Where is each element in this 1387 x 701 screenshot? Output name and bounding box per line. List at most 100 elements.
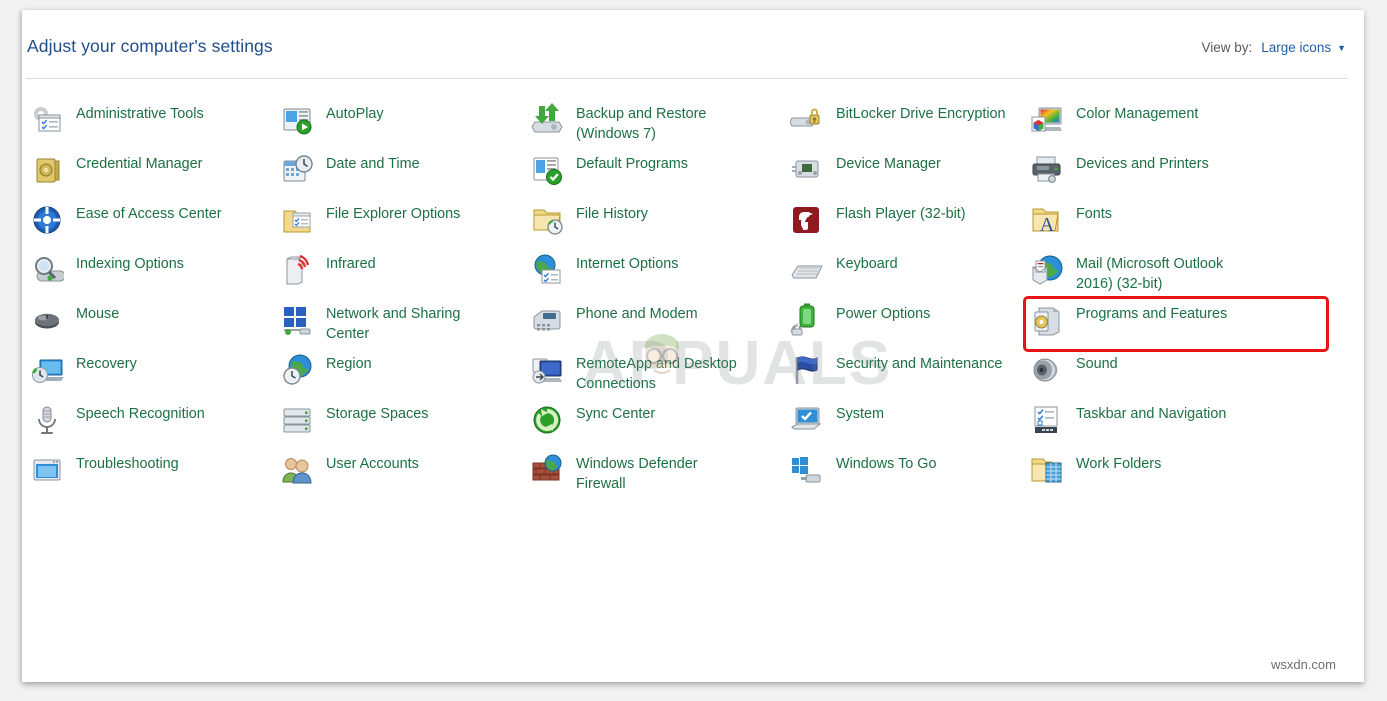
control-panel-item-label: Storage Spaces [326,402,428,424]
view-by-label: View by: [1202,40,1253,55]
control-panel-item-backup-and-restore-windows-7[interactable]: Backup and Restore (Windows 7) [526,99,786,149]
control-panel-header: Adjust your computer's settings View by:… [22,10,1364,72]
network-and-sharing-center-icon [280,303,314,337]
indexing-options-icon [30,253,64,287]
devices-and-printers-icon [1030,153,1064,187]
control-panel-item-autoplay[interactable]: AutoPlay [276,99,526,149]
recovery-icon [30,353,64,387]
control-panel-item-system[interactable]: System [786,399,1026,449]
sound-icon [1030,353,1064,387]
control-panel-item-security-and-maintenance[interactable]: Security and Maintenance [786,349,1026,399]
control-panel-item-administrative-tools[interactable]: Administrative Tools [26,99,276,149]
control-panel-item-bitlocker-drive-encryption[interactable]: BitLocker Drive Encryption [786,99,1026,149]
control-panel-item-label: Windows Defender Firewall [576,452,698,495]
corner-watermark: wsxdn.com [1271,657,1336,672]
credential-manager-icon [30,153,64,187]
backup-and-restore-icon [530,103,564,137]
control-panel-item-work-folders[interactable]: Work Folders [1026,449,1326,499]
item-column-2: Backup and Restore (Windows 7) Default Pr… [526,99,786,499]
administrative-tools-icon [30,103,64,137]
control-panel-item-date-and-time[interactable]: Date and Time [276,149,526,199]
control-panel-item-file-explorer-options[interactable]: File Explorer Options [276,199,526,249]
control-panel-item-label: Network and Sharing Center [326,302,460,345]
control-panel-item-label: Mail (Microsoft Outlook 2016) (32-bit) [1076,252,1223,295]
control-panel-item-device-manager[interactable]: Device Manager [786,149,1026,199]
control-panel-item-indexing-options[interactable]: Indexing Options [26,249,276,299]
control-panel-item-remoteapp-and-desktop-connections[interactable]: RemoteApp and Desktop Connections [526,349,786,399]
control-panel-item-sound[interactable]: Sound [1026,349,1326,399]
control-panel-item-ease-of-access-center[interactable]: Ease of Access Center [26,199,276,249]
internet-options-icon [530,253,564,287]
control-panel-item-power-options[interactable]: Power Options [786,299,1026,349]
control-panel-item-label: Phone and Modem [576,302,698,324]
control-panel-item-file-history[interactable]: File History [526,199,786,249]
control-panel-item-label: Devices and Printers [1076,152,1209,174]
control-panel-item-label: Backup and Restore (Windows 7) [576,102,706,145]
control-panel-item-default-programs[interactable]: Default Programs [526,149,786,199]
control-panel-item-recovery[interactable]: Recovery [26,349,276,399]
security-and-maintenance-icon [790,353,824,387]
phone-and-modem-icon [530,303,564,337]
control-panel-item-credential-manager[interactable]: Credential Manager [26,149,276,199]
bitlocker-drive-encryption-icon [790,103,824,137]
control-panel-item-color-management[interactable]: Color Management [1026,99,1326,149]
control-panel-item-label: Taskbar and Navigation [1076,402,1226,424]
control-panel-item-sync-center[interactable]: Sync Center [526,399,786,449]
work-folders-icon [1030,453,1064,487]
sync-center-icon [530,403,564,437]
item-column-4: Color Management Devices and Printers A Fon… [1026,99,1326,499]
control-panel-item-windows-to-go[interactable]: Windows To Go [786,449,1026,499]
control-panel-item-label: Windows To Go [836,452,937,474]
item-column-3: BitLocker Drive EncryptionDevice Manager… [786,99,1026,499]
page-title: Adjust your computer's settings [27,36,273,57]
control-panel-item-label: Infrared [326,252,376,274]
header-divider [26,78,1348,79]
control-panel-item-label: Default Programs [576,152,688,174]
control-panel-item-label: Fonts [1076,202,1112,224]
control-panel-item-fonts[interactable]: A Fonts [1026,199,1326,249]
control-panel-item-label: Color Management [1076,102,1198,124]
control-panel-item-infrared[interactable]: Infrared [276,249,526,299]
autoplay-icon [280,103,314,137]
control-panel-item-windows-defender-firewall[interactable]: Windows Defender Firewall [526,449,786,499]
chevron-down-icon[interactable]: ▼ [1337,44,1346,53]
control-panel-item-speech-recognition[interactable]: Speech Recognition [26,399,276,449]
control-panel-item-programs-and-features[interactable]: Programs and Features [1026,299,1326,349]
control-panel-item-label: User Accounts [326,452,419,474]
control-panel-item-phone-and-modem[interactable]: Phone and Modem [526,299,786,349]
control-panel-item-storage-spaces[interactable]: Storage Spaces [276,399,526,449]
control-panel-item-label: RemoteApp and Desktop Connections [576,352,737,395]
remoteapp-and-desktop-connections-icon [530,353,564,387]
item-column-1: AutoPlay Date and Time File Explorer Optio… [276,99,526,499]
control-panel-item-internet-options[interactable]: Internet Options [526,249,786,299]
fonts-icon: A [1030,203,1064,237]
control-panel-item-mouse[interactable]: Mouse [26,299,276,349]
control-panel-item-taskbar-and-navigation[interactable]: Taskbar and Navigation [1026,399,1326,449]
mail-icon [1030,253,1064,287]
troubleshooting-icon [30,453,64,487]
view-by-value[interactable]: Large icons [1261,40,1331,55]
control-panel-item-mail-microsoft-outlook-2016-32-bit[interactable]: Mail (Microsoft Outlook 2016) (32-bit) [1026,249,1326,299]
control-panel-item-network-and-sharing-center[interactable]: Network and Sharing Center [276,299,526,349]
storage-spaces-icon [280,403,314,437]
keyboard-icon [790,253,824,287]
control-panel-item-grid: Administrative ToolsCredential ManagerEa… [26,99,1356,499]
control-panel-item-label: Date and Time [326,152,420,174]
control-panel-item-label: File Explorer Options [326,202,460,224]
windows-to-go-icon [790,453,824,487]
screenshot-root: Adjust your computer's settings View by:… [0,0,1387,701]
control-panel-item-keyboard[interactable]: Keyboard [786,249,1026,299]
svg-text:A: A [1040,214,1055,236]
control-panel-item-devices-and-printers[interactable]: Devices and Printers [1026,149,1326,199]
device-manager-icon [790,153,824,187]
control-panel-window: Adjust your computer's settings View by:… [22,10,1364,682]
view-by-control[interactable]: View by: Large icons ▼ [1202,40,1347,55]
control-panel-item-region[interactable]: Region [276,349,526,399]
control-panel-item-label: Troubleshooting [76,452,179,474]
control-panel-item-label: Power Options [836,302,930,324]
control-panel-item-troubleshooting[interactable]: Troubleshooting [26,449,276,499]
region-icon [280,353,314,387]
control-panel-item-flash-player-32-bit[interactable]: Flash Player (32-bit) [786,199,1026,249]
control-panel-item-user-accounts[interactable]: User Accounts [276,449,526,499]
control-panel-item-label: Speech Recognition [76,402,205,424]
